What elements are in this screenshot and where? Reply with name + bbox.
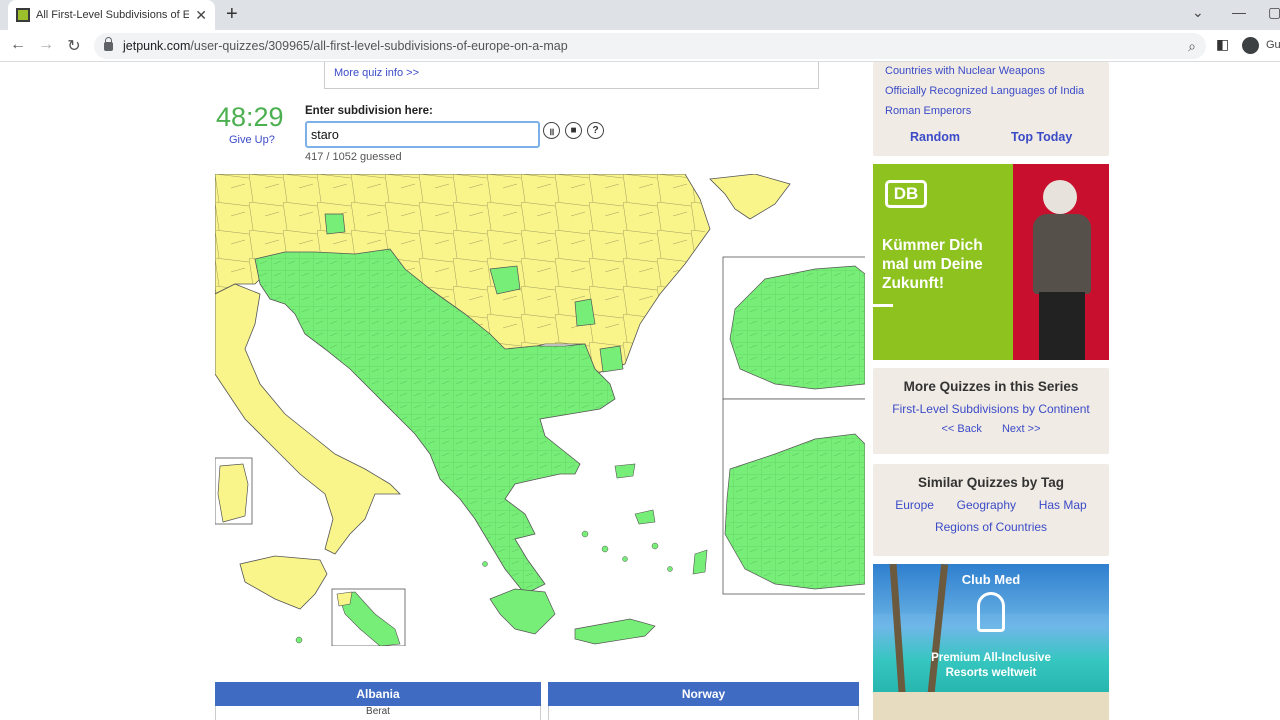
map-region-island-2[interactable] — [581, 530, 589, 538]
map-region-island-3[interactable] — [601, 545, 609, 553]
table-header-albania: Albania — [215, 682, 541, 706]
clubmed-line1: Premium All-Inclusive — [931, 652, 1051, 664]
ad-text-line: mal um Deine — [882, 256, 983, 273]
map-region-crimea[interactable] — [709, 174, 791, 220]
page-content: More quiz info >> 48:29 Give Up? Enter s… — [0, 62, 1280, 720]
give-up-link[interactable]: Give Up? — [229, 134, 275, 146]
map-region-rhodes[interactable] — [692, 549, 708, 575]
lock-icon — [104, 36, 113, 51]
tags-title: Similar Quizzes by Tag — [917, 475, 1065, 490]
answer-label: Enter subdivision here: — [305, 105, 433, 117]
map-region-enclave-3[interactable] — [574, 298, 596, 327]
map-region-island-4[interactable] — [622, 556, 628, 562]
more-quiz-info-link[interactable]: More quiz info >> — [334, 67, 419, 79]
quiz-link[interactable]: Officially Recognized Languages of India — [885, 85, 1097, 97]
map-region-island-7[interactable] — [295, 636, 303, 644]
quiz-link[interactable]: Countries with Nuclear Weapons — [885, 65, 1097, 77]
series-back-link[interactable]: << Back — [941, 423, 981, 435]
tags-box: Similar Quizzes by Tag Europe Geography … — [873, 464, 1109, 556]
browser-tab[interactable]: All First-Level Subdivisions of Eu ✕ — [8, 0, 215, 30]
url-host: jetpunk.com — [123, 39, 191, 53]
profile-avatar-icon[interactable] — [1242, 37, 1259, 54]
guessed-count: 417 / 1052 guessed — [305, 151, 402, 163]
ad-dash — [873, 304, 893, 307]
series-next-link[interactable]: Next >> — [1002, 423, 1041, 435]
map-region-crete[interactable] — [574, 618, 656, 645]
trident-icon — [977, 592, 1005, 632]
forward-arrow-icon[interactable]: → — [36, 36, 56, 54]
map-region-enclave-1[interactable] — [324, 213, 346, 235]
answer-input[interactable] — [305, 121, 540, 148]
series-title: More Quizzes in this Series — [903, 379, 1079, 394]
address-bar[interactable]: jetpunk.com /user-quizzes/309965/all-fir… — [94, 33, 1206, 59]
url-path: /user-quizzes/309965/all-first-level-sub… — [190, 39, 568, 53]
reload-icon[interactable]: ↻ — [64, 36, 84, 56]
table-row: Berat — [215, 706, 541, 720]
maximize-window-icon[interactable]: ▢ — [1268, 4, 1280, 21]
clubmed-line2: Resorts weltweit — [945, 667, 1037, 679]
map-region-lesbos[interactable] — [614, 463, 636, 479]
table-header-norway: Norway — [548, 682, 859, 706]
top-today-link[interactable]: Top Today — [1011, 130, 1072, 144]
map-region-enclave-4[interactable] — [599, 345, 624, 373]
map-region-island-6[interactable] — [667, 566, 673, 572]
popular-quizzes-box: Countries with Nuclear Weapons Officiall… — [873, 62, 1109, 156]
browser-toolbar: ← → ↻ jetpunk.com /user-quizzes/309965/a… — [0, 30, 1280, 62]
table-cell: Berat — [366, 706, 390, 717]
profile-label[interactable]: Gu — [1266, 39, 1280, 51]
db-logo: DB — [885, 180, 927, 208]
ad-text-line: Kümmer Dich — [882, 237, 983, 254]
help-icon[interactable]: ? — [587, 122, 604, 139]
map-region-sardinia[interactable] — [217, 463, 249, 523]
quiz-timer: 48:29 — [216, 102, 284, 132]
zoom-icon[interactable]: ⌕ — [1188, 38, 1196, 55]
clubmed-advert[interactable]: Club Med Premium All-Inclusive Resorts w… — [873, 564, 1109, 720]
map-region-aegean-island-1[interactable] — [634, 509, 656, 525]
map-region-sicily[interactable] — [239, 555, 328, 610]
tab-search-chevron-icon[interactable]: ⌄ — [1192, 4, 1204, 21]
close-tab-icon[interactable]: ✕ — [195, 7, 207, 24]
tag-link[interactable]: Europe — [895, 498, 934, 512]
side-panel-icon[interactable]: ◧ — [1216, 36, 1229, 53]
db-advert[interactable]: DB Kümmer Dich mal um Deine Zukunft! — [873, 164, 1109, 360]
ad-person-skirt — [1039, 292, 1085, 360]
map-region-peloponnese[interactable] — [489, 588, 556, 635]
ad-person-head — [1043, 180, 1077, 214]
tag-link[interactable]: Regions of Countries — [935, 520, 1047, 534]
tab-title: All First-Level Subdivisions of Eu — [36, 9, 190, 21]
minimize-window-icon[interactable]: — — [1232, 4, 1246, 20]
random-link[interactable]: Random — [910, 130, 960, 144]
series-link[interactable]: First-Level Subdivisions by Continent — [873, 402, 1109, 416]
map-region-gozo[interactable] — [336, 591, 353, 607]
pause-icon[interactable]: ॥ — [543, 122, 560, 139]
tab-strip: All First-Level Subdivisions of Eu ✕ + ⌄… — [0, 0, 1280, 30]
clubmed-brand: Club Med — [961, 572, 1021, 587]
quiz-info-box: More quiz info >> — [324, 62, 819, 89]
jetpunk-favicon-icon — [16, 8, 30, 22]
back-arrow-icon[interactable]: ← — [8, 36, 28, 54]
ad-text-line: Zukunft! — [882, 275, 944, 292]
table-row — [548, 706, 859, 720]
quiz-map[interactable] — [215, 174, 865, 646]
map-region-island-5[interactable] — [651, 542, 659, 550]
stop-icon[interactable]: ■ — [565, 122, 582, 139]
ad-beach — [873, 692, 1109, 720]
new-tab-button[interactable]: + — [226, 4, 238, 24]
map-svg — [215, 174, 865, 646]
tag-link[interactable]: Has Map — [1039, 498, 1087, 512]
tag-link[interactable]: Geography — [957, 498, 1016, 512]
map-region-island-8[interactable] — [482, 561, 488, 567]
ad-person-body — [1033, 214, 1091, 294]
series-box: More Quizzes in this Series First-Level … — [873, 368, 1109, 454]
quiz-link[interactable]: Roman Emperors — [885, 105, 1097, 117]
